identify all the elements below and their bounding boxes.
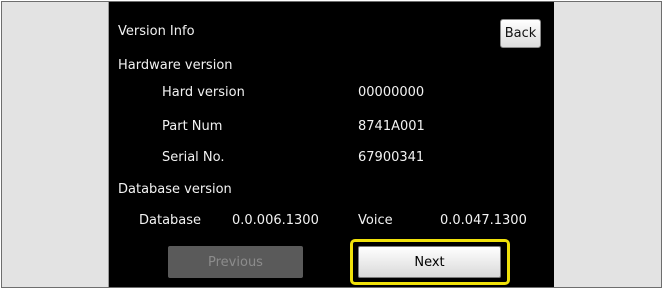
page-title: Version Info [118,24,195,39]
part-num-value: 8741A001 [358,119,425,134]
voice-value: 0.0.047.1300 [440,213,527,228]
database-label: Database [139,213,202,228]
part-num-label: Part Num [162,119,223,134]
back-button[interactable]: Back [500,19,541,48]
serial-no-label: Serial No. [162,150,225,165]
database-section-label: Database version [118,182,232,197]
right-margin [553,2,661,287]
previous-button[interactable]: Previous [168,246,303,278]
voice-label: Voice [358,213,393,228]
hardware-section-label: Hardware version [118,58,233,73]
database-value: 0.0.006.1300 [232,213,319,228]
next-button[interactable]: Next [358,246,501,278]
serial-no-value: 67900341 [358,150,425,165]
left-margin [2,2,109,287]
version-info-screen: Version Info Back Hardware version Hard … [109,2,554,287]
hard-version-value: 00000000 [358,85,425,100]
window-frame: Version Info Back Hardware version Hard … [1,1,662,288]
hard-version-label: Hard version [162,85,245,100]
